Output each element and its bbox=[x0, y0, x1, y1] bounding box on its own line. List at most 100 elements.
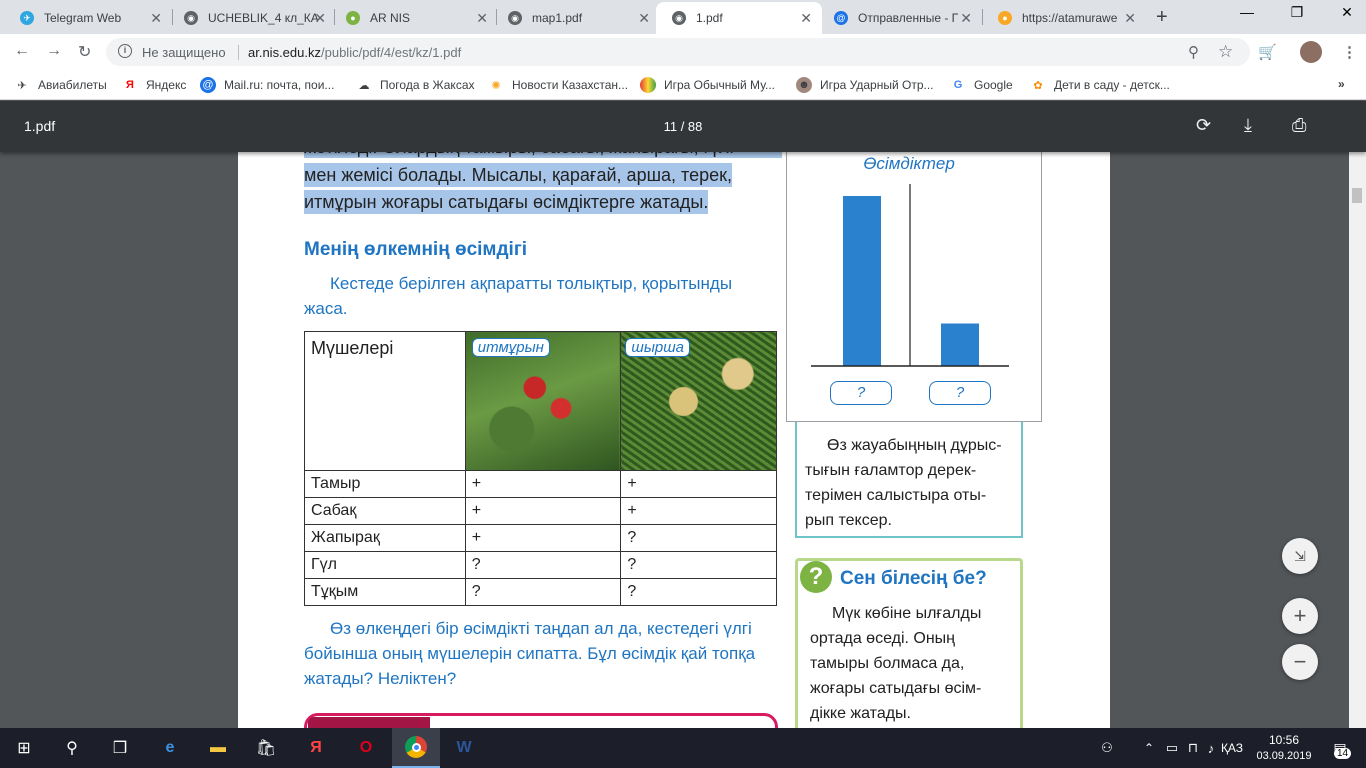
bookmark-game2[interactable]: ☻ Игра Ударный Отр... bbox=[796, 77, 934, 93]
language-indicator[interactable]: ҚАЗ bbox=[1214, 728, 1250, 768]
rotate-icon[interactable]: ⟳ bbox=[1196, 115, 1211, 136]
task-text: жаса. bbox=[304, 299, 348, 318]
info-icon[interactable]: i bbox=[118, 44, 132, 58]
yandex-icon: Я bbox=[126, 79, 134, 91]
mail-icon: @ bbox=[834, 11, 848, 25]
more-bookmarks-icon[interactable]: » bbox=[1338, 77, 1345, 91]
scrollbar-thumb[interactable] bbox=[1352, 188, 1362, 203]
task-text: Кестеде берілген ақпаратты толықтыр, қор… bbox=[330, 274, 733, 293]
minimize-icon[interactable]: — bbox=[1232, 4, 1262, 20]
ar-nis-icon: ● bbox=[346, 11, 360, 25]
atamura-icon: ● bbox=[998, 11, 1012, 25]
zoom-in-icon[interactable]: + bbox=[1282, 598, 1318, 634]
rosehip-image: итмұрын bbox=[464, 331, 622, 471]
edge-icon[interactable]: e bbox=[146, 728, 194, 768]
cart-icon[interactable]: 🛒 bbox=[1258, 43, 1277, 61]
people-icon[interactable]: ⚇ bbox=[1092, 728, 1122, 768]
chrome-icon[interactable] bbox=[392, 728, 440, 768]
clock-date[interactable]: 03.09.2019 bbox=[1252, 750, 1316, 762]
tab-atamura[interactable]: ● https://atamurawe ✕ bbox=[982, 2, 1146, 34]
tab-1-pdf[interactable]: ◉ 1.pdf ✕ bbox=[656, 2, 822, 34]
back-icon[interactable]: ← bbox=[14, 42, 30, 60]
explorer-icon[interactable]: ▬ bbox=[194, 728, 242, 768]
tab-strip: ✈ Telegram Web ✕ ◉ UCHEBLIK_4 кл_КА ✕ ● … bbox=[0, 0, 1366, 34]
windows-taskbar: ⊞ ⚲ ❒ e ▬ 🛍 Я O W ⚇ ⌃ ▭ ⊓ ♪ ҚАЗ 10:56 03… bbox=[0, 728, 1366, 768]
yandex-browser-icon[interactable]: Я bbox=[292, 728, 340, 768]
did-you-know-text: Мүк көбіне ылғалды bbox=[832, 605, 982, 622]
clock-time[interactable]: 10:56 bbox=[1256, 733, 1312, 747]
profile-avatar[interactable] bbox=[1300, 41, 1322, 63]
task-view-icon[interactable]: ❒ bbox=[96, 728, 144, 768]
telegram-icon: ✈ bbox=[20, 11, 34, 25]
bottom-task-text: бойынша оның мүшелерін сипатта. Бұл өсім… bbox=[304, 644, 756, 663]
star-icon[interactable]: ☆ bbox=[1218, 42, 1233, 62]
bottom-task-text: жатады? Неліктен? bbox=[304, 669, 457, 688]
print-icon[interactable]: ⎙ bbox=[1292, 115, 1306, 136]
battery-icon[interactable]: ▭ bbox=[1160, 728, 1184, 768]
did-you-know-box: ? Сен білесің бе? Мүк көбіне ылғалды орт… bbox=[795, 558, 1023, 730]
section-heading: Менің өлкемнің өсімдігі bbox=[304, 239, 528, 260]
close-icon[interactable]: ✕ bbox=[476, 11, 488, 25]
window-close-icon[interactable]: ✕ bbox=[1332, 4, 1362, 21]
paragraph-line: мен жемісі болады. Мысалы, қарағай, арша… bbox=[304, 163, 732, 187]
news-icon: ✺ bbox=[491, 79, 501, 92]
security-label: Не защищено bbox=[142, 45, 226, 60]
chart-answer-box-2[interactable]: ? bbox=[929, 381, 991, 405]
game-icon: ☻ bbox=[796, 77, 812, 93]
windows-start-icon[interactable]: ⊞ bbox=[0, 728, 48, 768]
check-box: Өз жауабыңның дұрыс- тығын ғаламтор дере… bbox=[795, 422, 1023, 538]
tab-ar-nis[interactable]: ● AR NIS ✕ bbox=[330, 2, 498, 34]
weather-icon: ☁ bbox=[358, 79, 370, 92]
url-text[interactable]: ar.nis.edu.kz/public/pdf/4/est/kz/1.pdf bbox=[248, 45, 461, 60]
tab-ucheblik[interactable]: ◉ UCHEBLIK_4 кл_КА ✕ bbox=[168, 2, 336, 34]
close-icon[interactable]: ✕ bbox=[960, 11, 972, 25]
close-icon[interactable]: ✕ bbox=[800, 11, 812, 25]
browser-toolbar: ← → ↻ i Не защищено ar.nis.edu.kz/public… bbox=[0, 34, 1366, 70]
bookmark-news[interactable]: ✺ Новости Казахстан... bbox=[488, 77, 628, 93]
bookmark-mailru[interactable]: @ Mail.ru: почта, пои... bbox=[200, 77, 334, 93]
bookmark-yandex[interactable]: Я Яндекс bbox=[122, 77, 186, 93]
opera-icon[interactable]: O bbox=[342, 728, 390, 768]
menu-icon[interactable]: ⋮ bbox=[1342, 43, 1357, 61]
bookmark-google[interactable]: G Google bbox=[950, 77, 1013, 93]
globe-icon: ◉ bbox=[672, 11, 686, 25]
restore-icon[interactable]: ❐ bbox=[1282, 4, 1312, 21]
check-text: Өз жауабыңның дұрыс- bbox=[827, 437, 1002, 454]
tab-telegram[interactable]: ✈ Telegram Web ✕ bbox=[4, 2, 172, 34]
did-you-know-text: тамыры болмаса да, bbox=[810, 655, 965, 672]
tab-map1-pdf[interactable]: ◉ map1.pdf ✕ bbox=[492, 2, 660, 34]
table-row: Сабақ + + bbox=[304, 497, 777, 525]
reload-icon[interactable]: ↻ bbox=[78, 42, 91, 62]
forward-icon[interactable]: → bbox=[46, 42, 62, 60]
close-icon[interactable]: ✕ bbox=[314, 11, 326, 25]
kids-icon: ✿ bbox=[1033, 79, 1043, 92]
globe-icon: ◉ bbox=[508, 11, 522, 25]
new-tab-icon[interactable]: + bbox=[1156, 6, 1168, 29]
zoom-icon[interactable]: ⚲ bbox=[1188, 43, 1199, 61]
bottom-task-text: Өз өлкеңдегі бір өсімдікті таңдап ал да,… bbox=[330, 619, 752, 638]
download-icon[interactable]: ⤓ bbox=[1244, 115, 1252, 136]
scrollbar[interactable] bbox=[1349, 152, 1366, 728]
chart-bar bbox=[941, 323, 979, 366]
bookmark-kids[interactable]: ✿ Дети в саду - детск... bbox=[1030, 77, 1169, 93]
close-icon[interactable]: ✕ bbox=[150, 11, 162, 25]
word-icon[interactable]: W bbox=[440, 728, 488, 768]
fit-page-icon[interactable]: ⇲ bbox=[1282, 538, 1318, 574]
search-icon[interactable]: ⚲ bbox=[48, 728, 96, 768]
close-icon[interactable]: ✕ bbox=[1124, 11, 1136, 25]
plant-table: Мүшелері итмұрын шырша Тамыр + + Сабақ + + Ж… bbox=[304, 331, 777, 606]
notification-count: 14 bbox=[1334, 748, 1352, 759]
address-bar[interactable]: i Не защищено ar.nis.edu.kz/public/pdf/4… bbox=[106, 38, 1250, 66]
bookmark-aviabilety[interactable]: ✈ Авиабилеты bbox=[14, 77, 106, 93]
chart-box: Өсімдіктер ? ? bbox=[786, 130, 1042, 422]
store-icon[interactable]: 🛍 bbox=[242, 728, 290, 768]
bookmark-weather[interactable]: ☁ Погода в Жаксах bbox=[356, 77, 475, 93]
chart-answer-box-1[interactable]: ? bbox=[830, 381, 892, 405]
tray-chevron-icon[interactable]: ⌃ bbox=[1138, 728, 1160, 768]
zoom-out-icon[interactable]: − bbox=[1282, 644, 1318, 680]
mail-icon: @ bbox=[200, 77, 216, 93]
bookmark-game1[interactable]: Игра Обычный Му... bbox=[640, 77, 775, 93]
tab-sent-mail[interactable]: @ Отправленные - Па ✕ bbox=[818, 2, 982, 34]
close-icon[interactable]: ✕ bbox=[638, 11, 650, 25]
did-you-know-title: Сен білесің бе? bbox=[840, 568, 987, 589]
